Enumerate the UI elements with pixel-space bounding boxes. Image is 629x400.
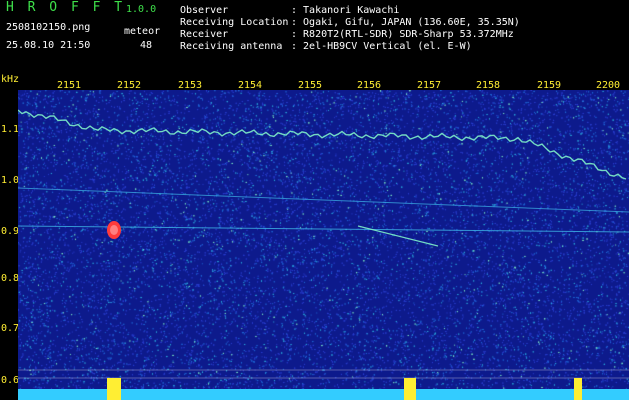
freq-tick-label: 0.7 bbox=[1, 323, 20, 334]
receiver-label: Receiver bbox=[180, 29, 229, 40]
freq-tick-label: 0.9 bbox=[1, 226, 20, 237]
activity-peak bbox=[404, 378, 416, 400]
antenna-label: Receiving antenna bbox=[180, 41, 283, 52]
antenna-value: : 2el-HB9CV Vertical (el. E-W) bbox=[291, 41, 472, 52]
app-title: H R O F F T bbox=[6, 0, 126, 15]
location-label: Receiving Location bbox=[180, 17, 289, 28]
activity-peak bbox=[107, 378, 121, 400]
trace-line bbox=[18, 187, 629, 213]
receiver-value: : R820T2(RTL-SDR) SDR-Sharp 53.372MHz bbox=[291, 29, 514, 40]
freq-unit-label: kHz bbox=[1, 74, 20, 85]
freq-tick-label: 0.6 bbox=[1, 375, 20, 386]
app-version: 1.0.0 bbox=[126, 4, 157, 15]
record-datetime: 25.08.10 21:50 bbox=[6, 40, 91, 51]
freq-tick-label: 0.8 bbox=[1, 273, 20, 284]
spectrogram-traces bbox=[18, 109, 629, 400]
meteor-trail bbox=[357, 225, 439, 247]
location-value: : Ogaki, Gifu, JAPAN (136.60E, 35.35N) bbox=[291, 17, 520, 28]
spectrogram bbox=[18, 90, 629, 400]
observer-value: : Takanori Kawachi bbox=[291, 5, 400, 16]
file-name: 2508102150.png bbox=[6, 22, 91, 33]
activity-peak bbox=[574, 378, 582, 400]
meteor-label: meteor bbox=[124, 26, 161, 37]
freq-tick-label: 1.1 bbox=[1, 124, 20, 135]
observer-label: Observer bbox=[180, 5, 229, 16]
carrier-trace bbox=[18, 109, 627, 180]
meteor-echo-core bbox=[110, 225, 118, 235]
freq-tick-label: 1.0 bbox=[1, 175, 20, 186]
meteor-count: 48 bbox=[140, 40, 153, 51]
header-panel: H R O F F T 1.0.0 2508102150.png meteor … bbox=[0, 0, 629, 72]
